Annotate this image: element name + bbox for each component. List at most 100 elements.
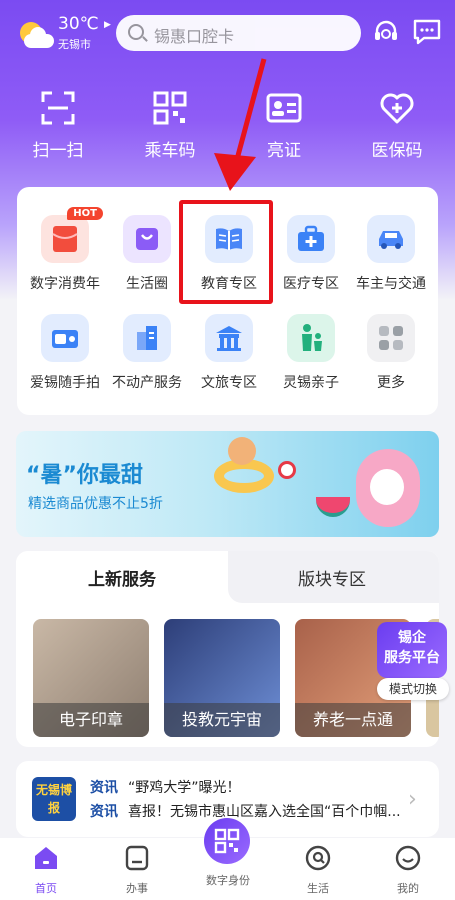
news-tag: 资讯 [90, 780, 118, 796]
service-more[interactable]: 更多 [349, 314, 433, 404]
red-envelope-icon [52, 226, 78, 252]
service-icon-box [367, 215, 415, 263]
pointer-arrow-icon [214, 58, 267, 191]
qr-code-icon [214, 828, 240, 854]
shopping-bag-icon [136, 228, 158, 250]
nav-label: 办事 [126, 882, 148, 895]
cloud-icon [24, 27, 54, 48]
weather-temperature: 30℃ [58, 14, 99, 34]
camera-icon [52, 330, 78, 348]
service-label: 生活圈 [126, 276, 168, 292]
service-icon-box [205, 314, 253, 362]
service-culture-travel[interactable]: 文旅专区 [187, 314, 271, 404]
service-life-circle[interactable]: 生活圈 [105, 215, 189, 305]
ball-illustration [278, 461, 296, 479]
nav-affairs[interactable]: 办事 [97, 844, 177, 896]
badge-line: 服务平台 [384, 650, 440, 666]
medical-kit-icon [298, 225, 324, 251]
service-icon-box: HOT [41, 207, 103, 263]
weather-city: 无锡市 [58, 38, 91, 51]
nav-label: 生活 [307, 882, 329, 895]
badge-line: 锡企 [398, 630, 426, 646]
tab-new-services[interactable]: 上新服务 [16, 551, 228, 603]
search-placeholder: 锡惠口腔卡 [154, 27, 235, 46]
heart-plus-icon [380, 93, 414, 124]
service-parent-child[interactable]: 灵锡亲子 [269, 314, 353, 404]
new-services-card: 上新服务 版块专区 电子印章 投教元宇宙 养老一点通 [16, 551, 439, 747]
tile-caption: 投教元宇宙 [164, 703, 280, 737]
tile-e-seal[interactable]: 电子印章 [33, 619, 149, 737]
news-text: “野鸡大学”曝光！ [128, 780, 241, 796]
tile-investor-metaverse[interactable]: 投教元宇宙 [164, 619, 280, 737]
document-icon [125, 845, 149, 871]
tab-label: 上新服务 [88, 570, 156, 590]
service-icon-box [123, 314, 171, 362]
service-snapshot[interactable]: 爱锡随手拍 [23, 314, 107, 404]
nav-label: 首页 [35, 882, 57, 895]
service-label: 车主与交通 [356, 276, 426, 292]
nav-label: 我的 [397, 882, 419, 895]
digital-id-button[interactable] [204, 818, 250, 864]
enterprise-service-badge[interactable]: 锡企 服务平台 [377, 622, 447, 678]
highlight-box [179, 200, 273, 304]
weather-widget[interactable]: 30℃ ▶ 无锡市 [16, 14, 111, 54]
grid-icon [379, 326, 403, 350]
quick-label: 扫一扫 [32, 141, 84, 161]
news-tag: 资讯 [90, 804, 118, 820]
qr-code-icon [153, 91, 187, 125]
nav-label: 数字身份 [206, 874, 250, 887]
service-medical[interactable]: 医疗专区 [269, 215, 353, 305]
chevron-right-icon: › [408, 787, 417, 812]
service-label: 文旅专区 [201, 375, 257, 391]
service-icon-box [41, 314, 89, 362]
quick-label: 医保码 [371, 141, 423, 161]
service-icon-box [287, 215, 335, 263]
news-logo: 无锡博报 [32, 777, 76, 821]
child-illustration [228, 437, 256, 465]
news-logo-text: 无锡博报 [35, 783, 72, 815]
service-label: 不动产服务 [112, 375, 182, 391]
nav-home[interactable]: 首页 [6, 844, 86, 896]
service-digital-consumption[interactable]: HOT 数字消费年 [23, 207, 107, 305]
family-icon [302, 324, 322, 351]
scan-icon [41, 91, 75, 125]
banner-title: “暑”你最甜 [26, 463, 143, 488]
car-icon [379, 231, 403, 249]
home-icon [35, 847, 57, 869]
search-icon [128, 24, 144, 40]
service-label: 爱锡随手拍 [30, 375, 100, 391]
nav-mine[interactable]: 我的 [368, 844, 448, 896]
watermelon-illustration [316, 497, 350, 517]
smile-icon [395, 845, 421, 871]
hot-badge: HOT [67, 207, 103, 220]
tile-caption: 电子印章 [33, 703, 149, 737]
service-label: 更多 [377, 375, 405, 391]
service-real-estate[interactable]: 不动产服务 [105, 314, 189, 404]
news-item[interactable]: 资讯 “野鸡大学”曝光！ [90, 777, 410, 797]
building-icon [137, 326, 157, 350]
tab-sections[interactable]: 版块专区 [228, 551, 439, 603]
banner-subtitle: 精选商品优惠不止5折 [28, 496, 163, 512]
tab-label: 版块专区 [298, 570, 366, 590]
news-text: 喜报！无锡市惠山区嘉入选全国“百个巾帼... [128, 804, 401, 820]
summer-promo-banner[interactable]: “暑”你最甜 精选商品优惠不止5折 [16, 431, 439, 537]
temple-icon [216, 326, 242, 351]
news-item[interactable]: 资讯 喜报！无锡市惠山区嘉入选全国“百个巾帼... [90, 801, 410, 821]
service-icon-box [123, 215, 171, 263]
quick-scan-button[interactable]: 扫一扫 [13, 90, 103, 170]
mode-switch-button[interactable]: 模式切换 [377, 678, 449, 700]
chevron-right-icon: ▶ [104, 20, 111, 30]
service-label: 数字消费年 [30, 276, 100, 292]
tile-caption: 养老一点通 [295, 703, 411, 737]
service-label: 医疗专区 [283, 276, 339, 292]
search-input[interactable]: 锡惠口腔卡 [116, 15, 361, 51]
nav-life[interactable]: 生活 [278, 844, 358, 896]
service-icon-box [287, 314, 335, 362]
quick-medical-code-button[interactable]: 医保码 [352, 90, 442, 170]
service-label: 灵锡亲子 [283, 375, 339, 391]
customer-service-icon[interactable] [372, 18, 400, 46]
service-icon-box [367, 314, 415, 362]
service-traffic[interactable]: 车主与交通 [349, 215, 433, 305]
message-icon[interactable] [412, 18, 442, 46]
life-search-icon [305, 845, 331, 871]
